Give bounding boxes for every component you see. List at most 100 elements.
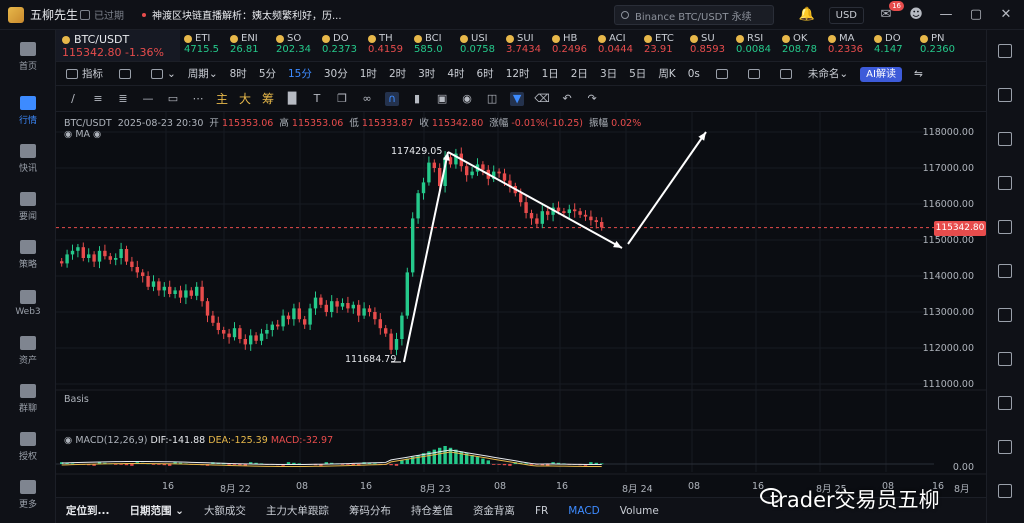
grid-side-icon[interactable] <box>998 440 1012 454</box>
copy-icon[interactable]: ❐ <box>335 92 349 106</box>
eye-icon[interactable]: ◉ <box>460 92 474 106</box>
sidebar-item-chat[interactable]: 群聊 <box>0 376 56 422</box>
maximize-icon[interactable]: ▢ <box>968 7 984 23</box>
fr-tab[interactable]: FR <box>525 505 558 517</box>
measure-icon[interactable]: ▮ <box>410 92 424 106</box>
rectangle-icon[interactable]: ▭ <box>166 92 180 106</box>
more-dots-icon[interactable]: ⋯ <box>191 92 205 106</box>
quote-item[interactable]: PN 0.2360 <box>916 30 962 61</box>
undo-icon[interactable]: ↶ <box>560 92 574 106</box>
interval-12[interactable]: 3日 <box>594 62 623 86</box>
draw-pen-icon[interactable] <box>738 62 770 86</box>
layout-button[interactable]: 未命名⌄ <box>802 62 854 86</box>
sidebar-item-home[interactable]: 首页 <box>0 34 56 80</box>
ai-analysis-button[interactable]: AI解读 <box>854 62 908 86</box>
quote-item[interactable]: RSI 0.0084 <box>732 30 778 61</box>
big-trades-tab[interactable]: 大额成交 <box>194 503 256 518</box>
quote-item[interactable]: ETI 4715.5 <box>180 30 226 61</box>
document-icon[interactable] <box>998 220 1012 234</box>
calendar-button[interactable] <box>109 62 141 86</box>
calendar-side-icon[interactable] <box>998 396 1012 410</box>
mail-icon[interactable]: ✉ 16 <box>878 1 904 23</box>
interval-14[interactable]: 周K <box>652 62 681 86</box>
trendline-icon[interactable]: ∕ <box>66 92 80 106</box>
currency-selector[interactable]: USD <box>828 6 864 24</box>
sidebar-item-headlines[interactable]: 要闻 <box>0 184 56 230</box>
link-icon[interactable]: ∞ <box>360 92 374 106</box>
interval-1[interactable]: 5分 <box>253 62 282 86</box>
tool-main[interactable]: 主 <box>216 90 228 107</box>
tool-chips[interactable]: 筹 <box>262 90 274 107</box>
interval-13[interactable]: 5日 <box>623 62 652 86</box>
share-icon[interactable]: ⇋ <box>908 62 929 86</box>
quote-item[interactable]: SU 0.8593 <box>686 30 732 61</box>
interval-8[interactable]: 6时 <box>471 62 500 86</box>
horizontal-line-icon[interactable]: — <box>141 92 155 106</box>
quote-item[interactable]: BCI 585.0 <box>410 30 456 61</box>
indicator-button[interactable]: 指标 <box>56 62 109 86</box>
lock-icon[interactable]: ▣ <box>435 92 449 106</box>
snapshot-icon[interactable] <box>706 62 738 86</box>
interval-5[interactable]: 2时 <box>383 62 412 86</box>
ma-indicator-label[interactable]: ◉ MA ◉ <box>64 129 101 140</box>
layout-grid-icon[interactable] <box>998 44 1012 58</box>
sidebar-item-flash[interactable]: 快讯 <box>0 136 56 182</box>
interval-2[interactable]: 15分 <box>282 62 318 86</box>
app-logo[interactable]: 五柳先生 <box>0 6 80 23</box>
interval-6[interactable]: 3时 <box>412 62 441 86</box>
sidebar-item-assets[interactable]: 资产 <box>0 328 56 374</box>
quote-item[interactable]: SO 202.34 <box>272 30 318 61</box>
trash-icon[interactable]: ⌫ <box>534 92 550 106</box>
quote-item[interactable]: DO 0.2373 <box>318 30 364 61</box>
locate-button[interactable]: 定位到... <box>56 503 119 518</box>
quote-item[interactable]: HB 0.2496 <box>548 30 594 61</box>
quote-item[interactable]: TH 0.4159 <box>364 30 410 61</box>
tool-big[interactable]: 大 <box>239 90 251 107</box>
quote-item[interactable]: ACI 0.0444 <box>594 30 640 61</box>
interval-7[interactable]: 4时 <box>441 62 470 86</box>
close-icon[interactable]: ✕ <box>998 7 1014 23</box>
quote-item[interactable]: USI 0.0758 <box>456 30 502 61</box>
redo-icon[interactable]: ↷ <box>585 92 599 106</box>
pattern-icon[interactable]: █ <box>285 92 299 106</box>
sidebar-item-web3[interactable]: Web3 <box>0 280 56 326</box>
period-button[interactable]: 周期⌄ <box>182 62 224 86</box>
subscription-status[interactable]: 已过期 <box>80 7 142 22</box>
chip-distribution-tab[interactable]: 筹码分布 <box>339 503 401 518</box>
palette-icon[interactable] <box>998 352 1012 366</box>
bell-icon[interactable]: 🔔 <box>799 7 815 23</box>
sidebar-item-market[interactable]: 行情 <box>0 88 56 134</box>
quote-item[interactable]: SUI 3.7434 <box>502 30 548 61</box>
macd-tab[interactable]: MACD <box>558 505 609 517</box>
hlines-icon[interactable]: ≡ <box>91 92 105 106</box>
news-ticker[interactable]: 神渡区块链直播解析：姨太频繁利好，历... <box>142 7 642 22</box>
main-orders-tab[interactable]: 主力大单跟踪 <box>256 503 339 518</box>
quote-item[interactable]: ENI 26.81 <box>226 30 272 61</box>
minimize-icon[interactable]: — <box>938 7 954 23</box>
layers-icon[interactable]: ◫ <box>485 92 499 106</box>
candle-type-button[interactable]: ⌄ <box>141 62 182 86</box>
quote-main-btc[interactable]: BTC/USDT 115342.80 -1.36% <box>56 30 180 61</box>
settings-icon[interactable] <box>770 62 802 86</box>
volume-tab[interactable]: Volume <box>610 505 669 517</box>
orderbook-icon[interactable] <box>998 88 1012 102</box>
text-icon[interactable]: T <box>310 92 324 106</box>
interval-10[interactable]: 1日 <box>536 62 565 86</box>
filter-icon[interactable]: ▼ <box>510 91 525 106</box>
chart-stats-icon[interactable] <box>998 176 1012 190</box>
interval-3[interactable]: 30分 <box>318 62 354 86</box>
interval-0[interactable]: 8时 <box>224 62 253 86</box>
tag-icon[interactable] <box>998 308 1012 322</box>
quote-item[interactable]: MA 0.2336 <box>824 30 870 61</box>
sidebar-item-strategy[interactable]: 策略 <box>0 232 56 278</box>
position-diff-tab[interactable]: 持仓差值 <box>401 503 463 518</box>
sidebar-item-more[interactable]: 更多 <box>0 472 56 518</box>
sidebar-item-authorize[interactable]: 授权 <box>0 424 56 470</box>
user-icon[interactable]: ☻ <box>908 7 924 23</box>
fund-divergence-tab[interactable]: 资金背离 <box>463 503 525 518</box>
os-button[interactable]: 0s <box>682 62 706 86</box>
list-icon[interactable] <box>998 132 1012 146</box>
interval-9[interactable]: 12时 <box>500 62 536 86</box>
magnet-icon[interactable]: ∩ <box>385 91 400 106</box>
quote-item[interactable]: OK 208.78 <box>778 30 824 61</box>
